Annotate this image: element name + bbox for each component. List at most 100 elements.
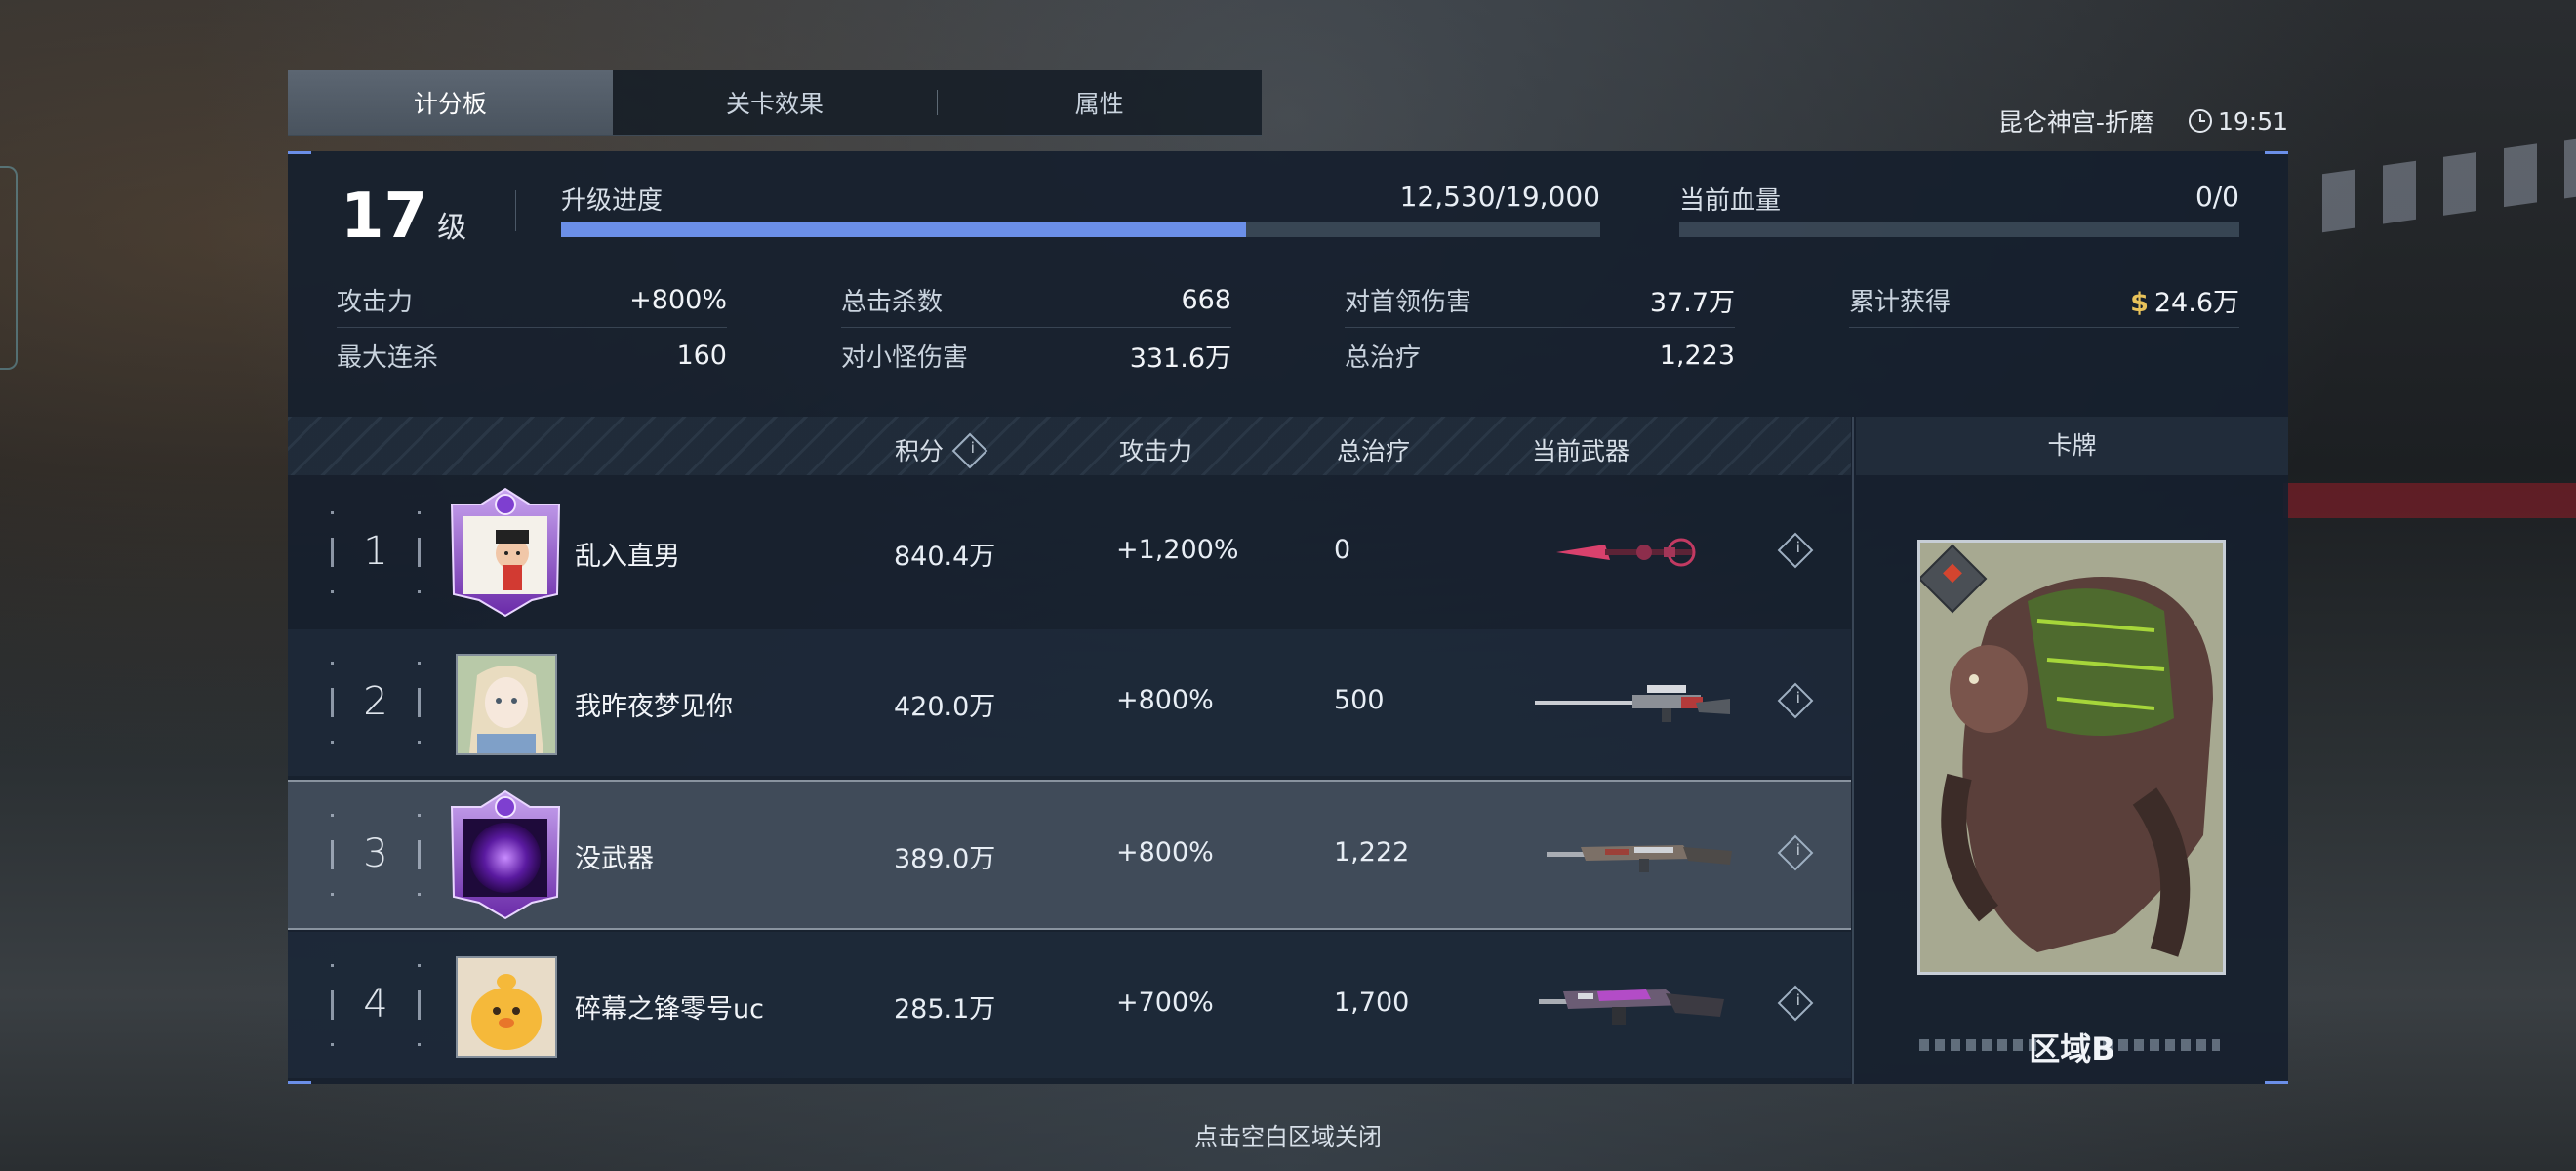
info-icon[interactable] bbox=[951, 432, 988, 469]
rank-number: 2 bbox=[363, 679, 388, 724]
tab-attributes[interactable]: 属性 bbox=[937, 70, 1262, 135]
tab-scoreboard[interactable]: 计分板 bbox=[288, 70, 613, 135]
stat-total-kills: 总击杀数 668 bbox=[841, 272, 1231, 328]
stat-value: $24.6万 bbox=[2130, 281, 2239, 319]
stat-total-earned: 累计获得 $24.6万 bbox=[1849, 272, 2239, 328]
info-icon[interactable] bbox=[1777, 834, 1814, 871]
stat-total-heal: 总治疗 1,223 bbox=[1345, 328, 1735, 383]
table-row[interactable]: 1 乱入直男 840.4万 +1,200% 0 bbox=[288, 479, 1851, 626]
stat-label: 对小怪伤害 bbox=[841, 343, 969, 373]
stat-value: 37.7万 bbox=[1649, 287, 1735, 318]
player-name: 没武器 bbox=[575, 844, 654, 874]
level-unit: 级 bbox=[437, 211, 467, 245]
avatar[interactable] bbox=[456, 956, 557, 1058]
column-divider bbox=[1852, 417, 1854, 1084]
earned-amount: 24.6万 bbox=[2153, 287, 2239, 318]
player-score: 420.0万 bbox=[894, 692, 996, 722]
stat-value: 160 bbox=[676, 340, 727, 371]
stat-label: 最大连杀 bbox=[337, 343, 439, 373]
avatar[interactable] bbox=[456, 654, 557, 755]
panel-corner-bl bbox=[288, 1081, 311, 1084]
stat-label: 总击杀数 bbox=[841, 287, 944, 317]
player-attack: +700% bbox=[1116, 988, 1214, 1018]
rank-number: 3 bbox=[363, 831, 388, 876]
table-row[interactable]: 4 碎幕之锋零号uc 285.1万 +700% 1,700 bbox=[288, 932, 1851, 1078]
info-icon[interactable] bbox=[1777, 532, 1814, 569]
progress-value: 12,530/19,000 bbox=[1399, 181, 1600, 213]
clock-icon bbox=[2188, 109, 2212, 133]
stat-column-1: 攻击力 +800% 最大连杀 160 bbox=[337, 272, 727, 383]
stat-value: 331.6万 bbox=[1129, 343, 1231, 374]
stat-value: 668 bbox=[1181, 284, 1231, 315]
team-level: 17 级 bbox=[341, 181, 466, 253]
player-heal: 0 bbox=[1334, 535, 1351, 565]
stat-attack: 攻击力 +800% bbox=[337, 272, 727, 328]
scoreboard-panel: 17 级 升级进度 12,530/19,000 当前血量 0/0 攻击力 +80… bbox=[288, 151, 2288, 1084]
player-score: 840.4万 bbox=[894, 542, 996, 572]
player-name: 乱入直男 bbox=[575, 542, 680, 572]
weapon-info[interactable] bbox=[1769, 834, 1814, 871]
info-icon[interactable] bbox=[1777, 985, 1814, 1022]
stat-value: +800% bbox=[629, 284, 727, 315]
stage-name: 昆仑神宫-折磨 bbox=[1997, 108, 2153, 137]
player-attack: +800% bbox=[1116, 837, 1214, 868]
stat-boss-damage: 对首领伤害 37.7万 bbox=[1345, 272, 1735, 328]
avatar[interactable] bbox=[442, 789, 569, 920]
column-header-weapon: 当前武器 bbox=[1532, 437, 1630, 465]
stat-empty bbox=[1849, 328, 2239, 383]
rank-number: 4 bbox=[363, 982, 388, 1027]
panel-corner-br bbox=[2265, 1081, 2288, 1084]
progress-label: 升级进度 bbox=[561, 186, 664, 216]
column-header-attack: 攻击力 bbox=[1119, 437, 1193, 465]
table-row[interactable]: 2 我昨夜梦见你 420.0万 +800% 500 bbox=[288, 629, 1851, 776]
crimson-spear-icon bbox=[1527, 523, 1722, 582]
sniper-rifle-icon bbox=[1535, 673, 1730, 732]
stat-column-2: 总击杀数 668 对小怪伤害 331.6万 bbox=[841, 272, 1231, 383]
player-heal: 1,222 bbox=[1334, 837, 1410, 868]
left-edge-handle[interactable] bbox=[0, 166, 18, 370]
weapon-info[interactable] bbox=[1769, 985, 1814, 1022]
weapon-info[interactable] bbox=[1769, 682, 1814, 719]
player-score: 285.1万 bbox=[894, 994, 996, 1025]
progress-bar-fill bbox=[561, 222, 1246, 237]
assault-rifle-icon bbox=[1547, 826, 1742, 884]
rank-number: 1 bbox=[363, 529, 388, 574]
header-info: 昆仑神宫-折磨 19:51 bbox=[1998, 103, 2288, 139]
table-row[interactable]: 3 没武器 389.0万 +800% 1,222 bbox=[288, 780, 1851, 930]
clock-time: 19:51 bbox=[2217, 106, 2288, 136]
rank-badge: 4 bbox=[331, 964, 421, 1046]
table-header: 积分 攻击力 总治疗 当前武器 bbox=[288, 417, 1851, 475]
card-name: 区域B bbox=[2029, 1030, 2115, 1068]
purple-rifle-icon bbox=[1539, 976, 1734, 1034]
info-icon[interactable] bbox=[1777, 682, 1814, 719]
hp-bar bbox=[1679, 222, 2239, 237]
team-stats: 17 级 升级进度 12,530/19,000 当前血量 0/0 攻击力 +80… bbox=[288, 151, 2288, 415]
player-score: 389.0万 bbox=[894, 844, 996, 874]
rank-badge: 2 bbox=[331, 662, 421, 744]
stat-label: 对首领伤害 bbox=[1345, 287, 1472, 317]
player-name: 我昨夜梦见你 bbox=[575, 692, 733, 722]
close-hint[interactable]: 点击空白区域关闭 bbox=[0, 1117, 2576, 1151]
player-attack: +1,200% bbox=[1116, 535, 1239, 565]
tab-bar: 计分板 关卡效果 属性 bbox=[288, 70, 1262, 136]
progress-bar bbox=[561, 222, 1600, 237]
rank-badge: 3 bbox=[331, 814, 421, 896]
stat-label: 总治疗 bbox=[1345, 343, 1422, 373]
background-red-banner bbox=[2283, 483, 2576, 518]
player-attack: +800% bbox=[1116, 685, 1214, 715]
game-clock: 19:51 bbox=[2188, 103, 2288, 139]
stat-label: 攻击力 bbox=[337, 287, 414, 317]
column-header-heal: 总治疗 bbox=[1337, 437, 1411, 465]
tab-stage-effects[interactable]: 关卡效果 bbox=[613, 70, 938, 135]
column-label: 积分 bbox=[895, 437, 945, 465]
stat-value: 1,223 bbox=[1659, 340, 1735, 371]
level-number: 17 bbox=[341, 181, 428, 253]
player-name: 碎幕之锋零号uc bbox=[575, 994, 764, 1025]
stat-label: 累计获得 bbox=[1849, 287, 1952, 317]
card-image[interactable] bbox=[1917, 540, 2226, 975]
weapon-info[interactable] bbox=[1769, 532, 1814, 569]
avatar[interactable] bbox=[442, 487, 569, 618]
rank-badge: 1 bbox=[331, 511, 421, 593]
divider bbox=[515, 190, 516, 231]
player-heal: 500 bbox=[1334, 685, 1385, 715]
